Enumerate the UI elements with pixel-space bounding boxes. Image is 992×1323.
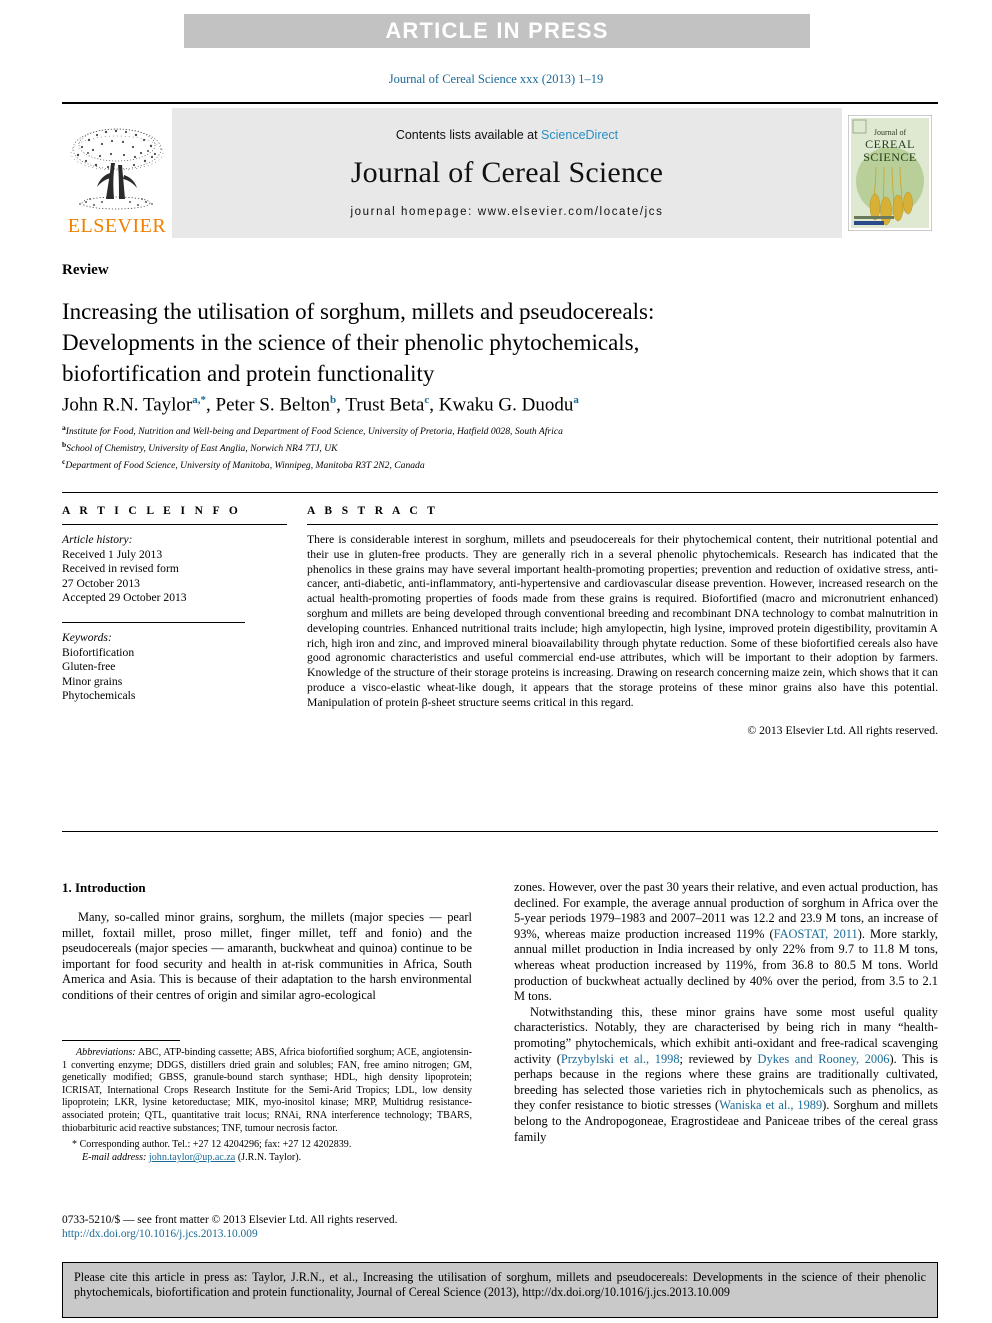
author-name[interactable]: Kwaku G. Duodu: [439, 394, 574, 415]
email-suffix: (J.R.N. Taylor).: [235, 1152, 302, 1164]
citation-waniska[interactable]: Waniska et al., 1989: [719, 1098, 822, 1112]
cite-this-article-box: Please cite this article in press as: Ta…: [62, 1262, 938, 1318]
abbreviations-label: Abbreviations:: [76, 1047, 136, 1058]
intro-p2-b: ; reviewed by: [679, 1051, 758, 1066]
svg-text:Journal of: Journal of: [874, 128, 907, 137]
page-title: Increasing the utilisation of sorghum, m…: [62, 296, 762, 389]
article-history-line: Accepted 29 October 2013: [62, 591, 187, 605]
affiliation-list: aInstitute for Food, Nutrition and Well-…: [62, 422, 842, 472]
article-in-press-banner: ARTICLE IN PRESS: [184, 14, 810, 48]
article-history: Article history: Received 1 July 2013 Re…: [62, 533, 287, 606]
journal-title: Journal of Cereal Science: [350, 156, 664, 189]
info-abstract-band: A R T I C L E I N F O Article history: R…: [62, 492, 938, 832]
author-marks: a: [573, 394, 579, 406]
article-history-line: Received 1 July 2013: [62, 547, 163, 561]
body-column-right: zones. However, over the past 30 years t…: [514, 880, 938, 1145]
abstract-heading: A B S T R A C T: [307, 505, 439, 517]
article-history-line: 27 October 2013: [62, 576, 140, 590]
abstract-column: A B S T R A C T There is considerable in…: [307, 505, 938, 737]
author-marks: a,*: [192, 394, 207, 406]
footnote-rule: [62, 1040, 180, 1041]
citation-przybylski[interactable]: Przybylski et al., 1998: [561, 1052, 680, 1066]
issn-block: 0733-5210/$ — see front matter © 2013 El…: [62, 1213, 562, 1241]
intro-paragraph-1-continued: zones. However, over the past 30 years t…: [514, 880, 938, 1005]
intro-paragraph-1: Many, so-called minor grains, sorghum, t…: [62, 910, 472, 1002]
corresponding-author-note: * Corresponding author. Tel.: +27 12 420…: [72, 1139, 352, 1151]
affiliation-item: cDepartment of Food Science, University …: [62, 456, 842, 473]
article-page: ARTICLE IN PRESS Journal of Cereal Scien…: [0, 0, 992, 1323]
article-type-label: Review: [62, 262, 109, 278]
affiliation-text: Institute for Food, Nutrition and Well-b…: [65, 426, 563, 438]
article-history-line: Received in revised form: [62, 562, 179, 576]
keyword-item: Biofortification: [62, 645, 135, 659]
intro-paragraph-2: Notwithstanding this, these minor grains…: [514, 1005, 938, 1145]
footnote-block: Abbreviations: ABC, ATP-binding cassette…: [62, 1040, 472, 1165]
journal-homepage[interactable]: journal homepage: www.elsevier.com/locat…: [351, 206, 664, 218]
email-label: E-mail address:: [82, 1152, 147, 1164]
keywords-label: Keywords:: [62, 630, 112, 644]
doi-link[interactable]: http://dx.doi.org/10.1016/j.jcs.2013.10.…: [62, 1228, 258, 1240]
author-marks: b: [330, 394, 337, 406]
title-line-3: biofortification and protein functionali…: [62, 361, 435, 386]
affiliation-item: aInstitute for Food, Nutrition and Well-…: [62, 422, 842, 439]
article-info-column: A R T I C L E I N F O Article history: R…: [62, 505, 307, 737]
abbreviations-text: ABC, ATP-binding cassette; ABS, Africa b…: [62, 1047, 472, 1134]
svg-text:CEREAL: CEREAL: [865, 137, 915, 151]
abstract-text: There is considerable interest in sorghu…: [307, 533, 938, 709]
citation-dykes-rooney[interactable]: Dykes and Rooney, 2006: [758, 1052, 890, 1066]
email-note: E-mail address: john.taylor@up.ac.za (J.…: [62, 1151, 472, 1164]
article-in-press-label: ARTICLE IN PRESS: [385, 18, 609, 43]
contents-line: Contents lists available at ScienceDirec…: [396, 128, 618, 142]
keywords-rule: [62, 621, 245, 623]
abstract-copyright: © 2013 Elsevier Ltd. All rights reserved…: [747, 723, 938, 737]
journal-cover-image: Journal of CEREAL SCIENCE: [848, 115, 932, 231]
keywords-block: Keywords: Biofortification Gluten-free M…: [62, 631, 287, 704]
running-head: Journal of Cereal Science xxx (2013) 1–1…: [388, 72, 604, 86]
affiliation-text: School of Chemistry, University of East …: [66, 442, 338, 454]
abbreviations-note: Abbreviations: ABC, ATP-binding cassette…: [62, 1047, 472, 1135]
elsevier-wordmark: ELSEVIER: [67, 215, 167, 237]
title-line-1: Increasing the utilisation of sorghum, m…: [62, 299, 655, 324]
article-info-heading: A R T I C L E I N F O: [62, 505, 242, 517]
abstract-rule: [307, 524, 938, 525]
title-line-2: Developments in the science of their phe…: [62, 330, 640, 355]
contents-prefix: Contents lists available at: [395, 128, 542, 142]
keyword-item: Phytochemicals: [62, 689, 136, 703]
issn-line: 0733-5210/$ — see front matter © 2013 El…: [62, 1214, 398, 1226]
body-column-left: 1. Introduction Many, so-called minor gr…: [62, 880, 472, 1004]
citation-faostat[interactable]: FAOSTAT, 2011: [774, 927, 858, 941]
journal-cover-thumbnail: Journal of CEREAL SCIENCE: [842, 108, 938, 238]
author-name[interactable]: John R.N. Taylor: [62, 394, 192, 415]
elsevier-logo: ELSEVIER: [62, 108, 172, 238]
keyword-item: Gluten-free: [62, 660, 116, 674]
article-history-label: Article history:: [62, 533, 133, 546]
cite-this-article-text: Please cite this article in press as: Ta…: [74, 1270, 926, 1299]
sciencedirect-link[interactable]: ScienceDirect: [541, 128, 618, 142]
author-name[interactable]: Trust Beta: [345, 394, 424, 415]
affiliation-text: Department of Food Science, University o…: [65, 459, 425, 471]
affiliation-item: bSchool of Chemistry, University of East…: [62, 439, 842, 456]
author-marks: c: [424, 394, 430, 406]
masthead-center: Contents lists available at ScienceDirec…: [172, 108, 842, 238]
author-name[interactable]: Peter S. Belton: [216, 394, 331, 415]
section-heading-introduction: 1. Introduction: [62, 880, 146, 895]
svg-text:SCIENCE: SCIENCE: [863, 150, 917, 164]
elsevier-tree-icon: [70, 128, 164, 210]
article-info-rule: [62, 524, 287, 525]
journal-masthead: ELSEVIER Contents lists available at Sci…: [62, 102, 938, 238]
author-list: John R.N. Taylora,*, Peter S. Beltonb, T…: [62, 394, 579, 416]
keyword-item: Minor grains: [62, 674, 123, 688]
author-email-link[interactable]: john.taylor@up.ac.za: [149, 1152, 235, 1163]
